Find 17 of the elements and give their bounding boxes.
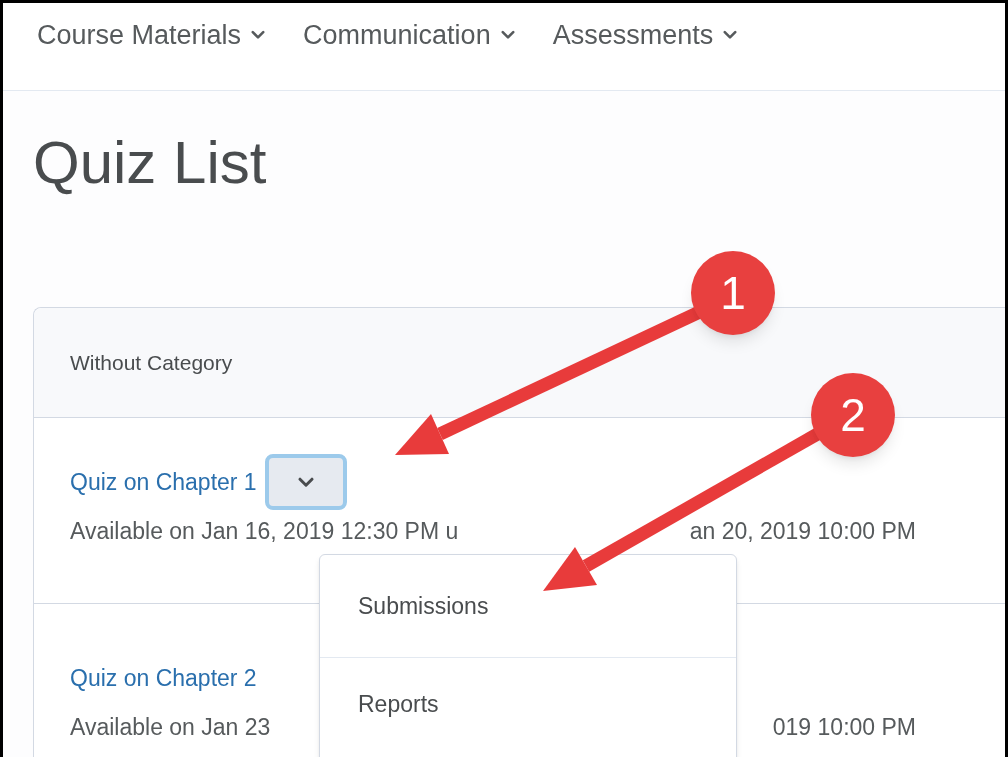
availability-text: Available on Jan 16, 2019 12:30 PM u: [70, 517, 459, 546]
actions-dropdown-button[interactable]: [264, 454, 347, 510]
availability-text: 019 10:00 PM: [772, 713, 916, 742]
quiz-link[interactable]: Quiz on Chapter 2: [70, 660, 257, 696]
chevron-down-icon: [500, 30, 515, 40]
nav-menu[interactable]: Course Materials: [37, 17, 266, 53]
nav-menu[interactable]: Communication: [303, 17, 515, 53]
quiz-link[interactable]: Quiz on Chapter 1: [70, 464, 257, 500]
availability-text: an 20, 2019 10:00 PM: [689, 517, 916, 546]
chevron-down-icon: [251, 30, 266, 40]
category-title: Without Category: [70, 349, 233, 376]
availability-text: Available on Jan 23: [70, 713, 271, 742]
menu-item[interactable]: Reports: [320, 658, 736, 750]
chevron-down-icon: [723, 30, 738, 40]
page-title: Quiz List: [32, 128, 267, 198]
nav-menu[interactable]: Assessments: [552, 17, 738, 53]
chevron-down-icon: [297, 476, 314, 488]
